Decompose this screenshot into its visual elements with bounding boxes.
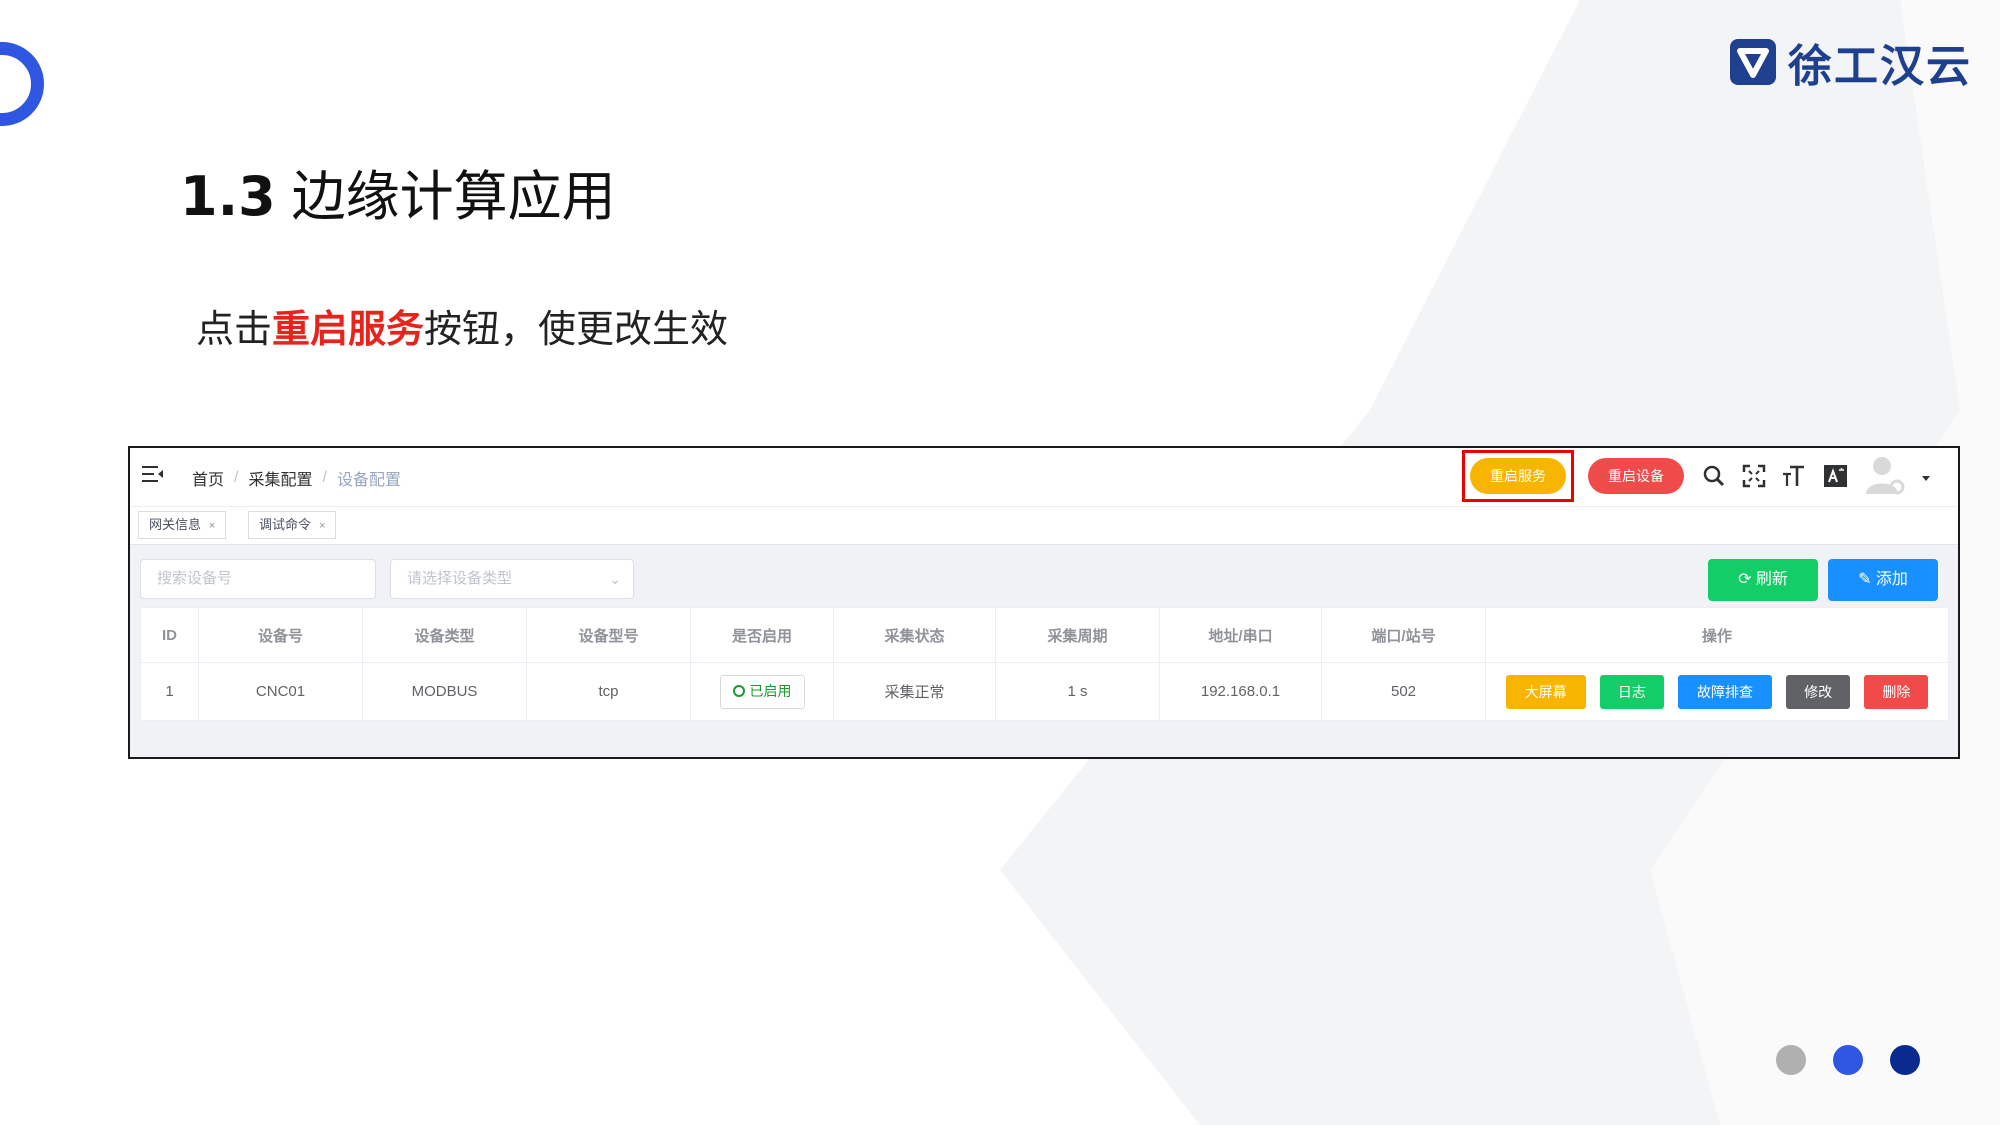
caret-down-icon[interactable]	[1920, 472, 1932, 484]
close-icon[interactable]: ×	[209, 520, 215, 532]
fullscreen-icon[interactable]	[1740, 462, 1768, 490]
log-button[interactable]: 日志	[1599, 674, 1664, 709]
column-header: 操作	[1485, 607, 1949, 663]
column-header: 设备号	[198, 607, 363, 663]
breadcrumb-separator: /	[234, 469, 239, 486]
cell-device-type: MODBUS	[362, 662, 527, 721]
cell-address: 192.168.0.1	[1159, 662, 1322, 721]
instruction-suffix: 按钮，使更改生效	[424, 307, 729, 351]
column-header: ID	[140, 607, 199, 663]
translate-icon[interactable]	[1822, 462, 1850, 490]
cell-period: 1 s	[995, 662, 1160, 721]
edit-button[interactable]: 修改	[1786, 674, 1851, 709]
brand-name: 徐工汉云	[1788, 41, 1972, 92]
refresh-icon: ⟳	[1738, 571, 1756, 588]
cell-port: 502	[1321, 662, 1486, 721]
cell-device-model: tcp	[526, 662, 691, 721]
menu-toggle-icon[interactable]	[142, 464, 164, 484]
table-row: 1 CNC01 MODBUS tcp 已启用 采集正常 1 s 192.168.…	[140, 662, 1949, 721]
restart-device-button[interactable]: 重启设备	[1588, 458, 1684, 494]
highlight-box	[1462, 450, 1574, 502]
cell-operations: 大屏幕 日志 故障排查 修改 删除	[1485, 662, 1949, 721]
chevron-down-icon: ⌄	[609, 571, 621, 587]
search-icon[interactable]	[1700, 462, 1728, 490]
slide-title: 1.3 边缘计算应用	[180, 152, 616, 231]
refresh-label: 刷新	[1755, 571, 1788, 588]
cell-device-no: CNC01	[198, 662, 363, 721]
add-button[interactable]: ✎ 添加	[1828, 559, 1938, 601]
font-size-icon[interactable]	[1780, 462, 1808, 490]
tags-view: 网关信息 × 调试命令 ×	[130, 506, 1958, 545]
pagination-dot-gray	[1776, 1045, 1806, 1075]
add-label: 添加	[1875, 571, 1908, 588]
cell-enabled: 已启用	[690, 662, 834, 721]
troubleshoot-button[interactable]: 故障排查	[1678, 674, 1772, 709]
tag-label: 网关信息	[149, 517, 202, 532]
tag-gateway-info[interactable]: 网关信息 ×	[138, 511, 227, 539]
pagination-dot-navy	[1890, 1045, 1920, 1075]
slide-title-number: 1.3	[180, 165, 276, 228]
column-header: 端口/站号	[1321, 607, 1486, 663]
column-header: 采集周期	[995, 607, 1160, 663]
breadcrumb-separator: /	[322, 469, 327, 486]
instruction-prefix: 点击	[196, 307, 273, 351]
edit-icon: ✎	[1858, 571, 1876, 588]
app-screenshot: 首页 / 采集配置 / 设备配置 重启服务 重启设备 网关信息 × 调试命令 ×…	[128, 446, 1960, 759]
column-header: 地址/串口	[1159, 607, 1322, 663]
main-content: 搜索设备号 请选择设备类型 ⌄ ⟳ 刷新 ✎ 添加 ID 设备号 设备类型 设备…	[130, 545, 1958, 757]
search-placeholder: 搜索设备号	[157, 570, 233, 587]
instruction-highlight: 重启服务	[272, 307, 425, 351]
column-header: 设备类型	[362, 607, 527, 663]
close-icon[interactable]: ×	[319, 520, 325, 532]
cell-id: 1	[140, 662, 199, 721]
brand-logo: 徐工汉云	[1728, 34, 1972, 92]
pagination-dot-blue	[1833, 1045, 1863, 1075]
column-header: 是否启用	[690, 607, 834, 663]
delete-button[interactable]: 删除	[1864, 674, 1929, 709]
breadcrumb-item-current: 设备配置	[336, 472, 401, 489]
column-header: 设备型号	[526, 607, 691, 663]
select-placeholder: 请选择设备类型	[407, 570, 513, 587]
big-screen-button[interactable]: 大屏幕	[1505, 674, 1586, 709]
cell-status: 采集正常	[833, 662, 996, 721]
enabled-badge: 已启用	[719, 674, 805, 709]
breadcrumb: 首页 / 采集配置 / 设备配置	[192, 466, 401, 490]
table-header-row: ID 设备号 设备类型 设备型号 是否启用 采集状态 采集周期 地址/串口 端口…	[140, 607, 1949, 663]
device-search-input[interactable]: 搜索设备号	[140, 559, 376, 599]
slide-title-text: 边缘计算应用	[291, 165, 616, 228]
enabled-label: 已启用	[749, 682, 792, 699]
tag-label: 调试命令	[259, 517, 312, 532]
recycle-icon	[732, 684, 745, 697]
brand-logo-icon	[1730, 39, 1776, 85]
tag-debug-command[interactable]: 调试命令 ×	[248, 511, 337, 539]
breadcrumb-item-collection[interactable]: 采集配置	[248, 466, 312, 490]
user-avatar-icon[interactable]	[1864, 454, 1908, 498]
device-table: ID 设备号 设备类型 设备型号 是否启用 采集状态 采集周期 地址/串口 端口…	[140, 607, 1949, 721]
column-header: 采集状态	[833, 607, 996, 663]
slide-instruction: 点击重启服务按钮，使更改生效	[196, 298, 728, 353]
refresh-button[interactable]: ⟳ 刷新	[1708, 559, 1818, 601]
breadcrumb-item-home[interactable]: 首页	[192, 466, 224, 490]
app-navbar: 首页 / 采集配置 / 设备配置 重启服务 重启设备	[130, 448, 1958, 507]
device-type-select[interactable]: 请选择设备类型 ⌄	[390, 559, 634, 599]
